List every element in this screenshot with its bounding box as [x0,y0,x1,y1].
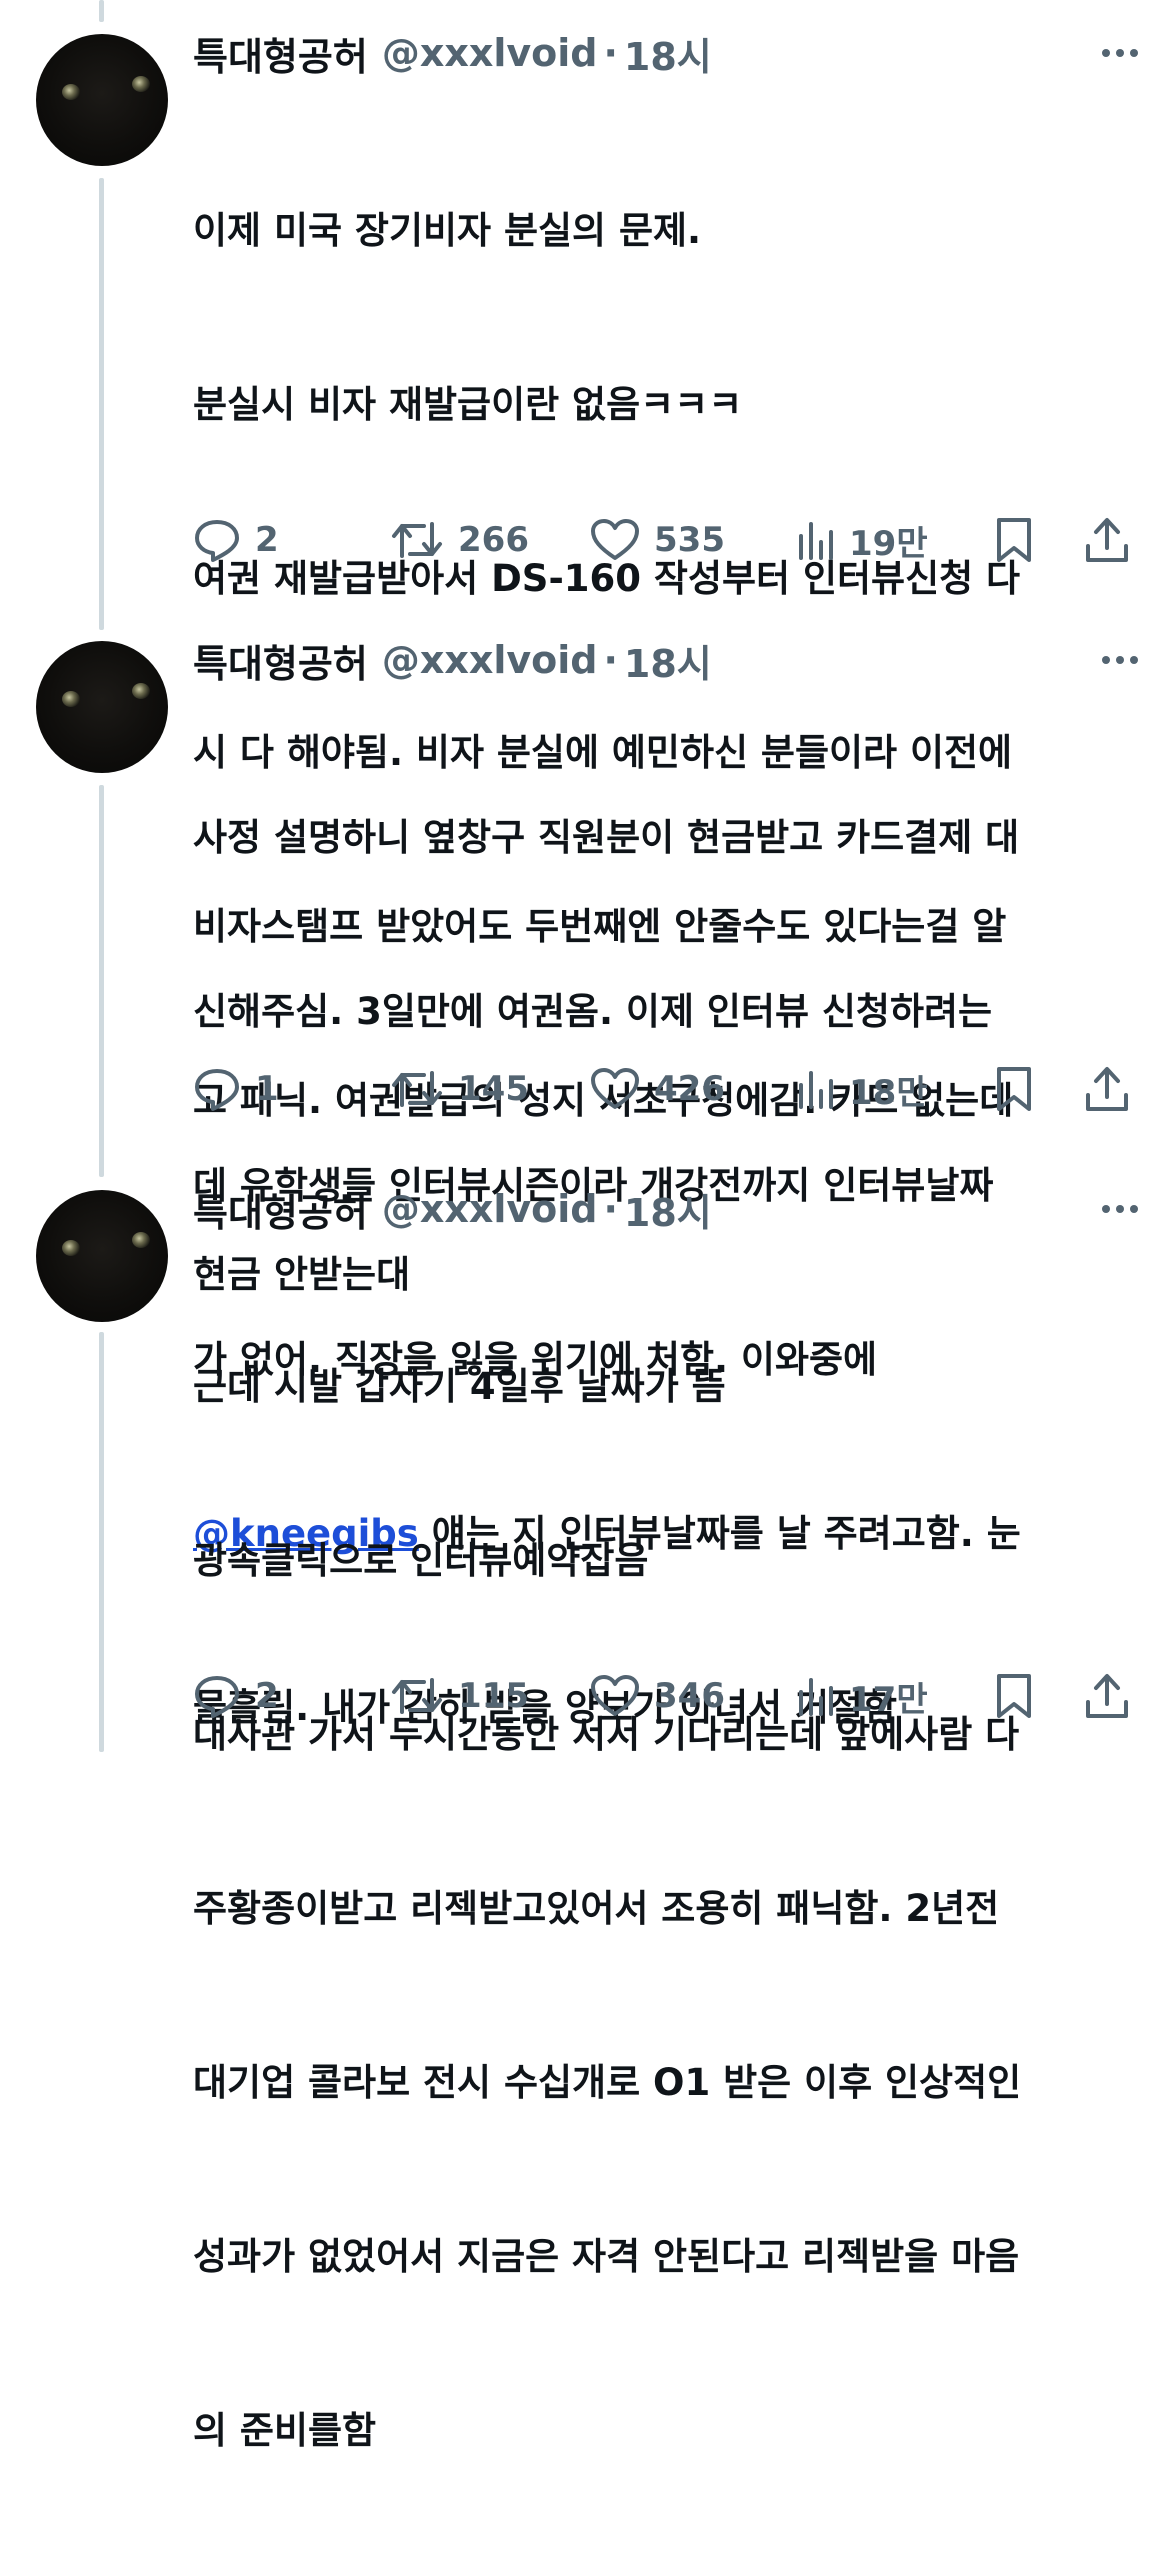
reply-icon [193,1674,241,1718]
share-icon [1084,516,1130,564]
tweet[interactable]: 특대형공허 @xxxlvoid · 18시 근데 시발 갑자기 4일후 날짜가 … [0,1187,1170,2452]
reply-count: 2 [255,520,279,560]
views-icon [795,1067,835,1111]
avatar[interactable] [36,641,168,773]
timestamp[interactable]: 18시 [624,26,712,81]
bookmark-button[interactable] [994,516,1034,564]
retweet-count: 145 [458,1069,529,1109]
display-name[interactable]: 특대형공허 [193,26,368,81]
retweet-icon [390,1067,444,1111]
retweet-icon [390,518,444,562]
share-button[interactable] [1084,516,1130,564]
tweet-header: 특대형공허 @xxxlvoid · 18시 [193,26,1140,81]
views-button[interactable]: 18만 [795,1065,928,1114]
reply-button[interactable]: 2 [193,1674,279,1718]
display-name[interactable]: 특대형공허 [193,1182,368,1237]
reply-icon [193,1067,241,1111]
tweet-text: 근데 시발 갑자기 4일후 날짜가 뜸 광속클릭으로 인터뷰예약잡음 대사관 가… [193,1242,1140,2576]
avatar[interactable] [36,1190,168,1322]
tweet-actions: 2 266 535 19만 [0,510,1170,570]
retweet-icon [390,1674,444,1718]
reply-button[interactable]: 2 [193,518,279,562]
avatar-eye [132,76,150,92]
views-count: 17만 [849,1679,928,1720]
like-count: 535 [654,520,725,560]
tweet-content: 특대형공허 @xxxlvoid · 18시 근데 시발 갑자기 4일후 날짜가 … [193,1187,1140,2576]
tweet-thread: 특대형공허 @xxxlvoid · 18시 이제 미국 장기비자 분실의 문제.… [0,0,1170,2452]
tweet-header: 특대형공허 @xxxlvoid · 18시 [193,633,1140,688]
user-handle[interactable]: @xxxlvoid [382,31,598,75]
tweet-actions: 1 145 426 18만 [0,1059,1170,1119]
views-icon [795,1674,835,1718]
tweet-text-line: 대기업 콜라보 전시 수십개로 O1 받은 이후 인상적인 [193,2061,1022,2104]
avatar-eye [62,1240,80,1256]
separator-dot: · [603,1187,618,1231]
heart-icon [590,1067,640,1111]
share-button[interactable] [1084,1065,1130,1113]
display-name[interactable]: 특대형공허 [193,633,368,688]
avatar-eye [62,84,80,100]
user-handle[interactable]: @xxxlvoid [382,638,598,682]
bookmark-icon [994,1672,1034,1720]
views-count: 19만 [849,523,928,564]
tweet-text-line: 신해주심. 3일만에 여권옴. 이제 인터뷰 신청하려는 [193,990,993,1033]
views-count: 18만 [849,1072,928,1113]
more-icon[interactable] [1100,38,1140,68]
more-icon[interactable] [1100,645,1140,675]
retweet-button[interactable]: 145 [390,1067,529,1111]
tweet[interactable]: 특대형공허 @xxxlvoid · 18시 이제 미국 장기비자 분실의 문제.… [0,31,1170,1296]
avatar[interactable] [36,34,168,166]
heart-icon [590,1674,640,1718]
more-icon[interactable] [1100,1194,1140,1224]
reply-count: 1 [255,1069,279,1109]
user-handle[interactable]: @xxxlvoid [382,1187,598,1231]
reply-icon [193,518,241,562]
like-button[interactable]: 535 [590,518,725,562]
avatar-eye [132,1232,150,1248]
tweet-actions: 2 115 346 17만 [0,1666,1170,1726]
tweet-text-line: 성과가 없었어서 지금은 자격 안된다고 리젝받을 마음 [193,2235,1020,2278]
timestamp[interactable]: 18시 [624,633,712,688]
tweet-text-line: 근데 시발 갑자기 4일후 날짜가 뜸 [193,1365,726,1408]
reply-count: 2 [255,1676,279,1716]
avatar-eye [132,683,150,699]
reply-button[interactable]: 1 [193,1067,279,1111]
views-icon [795,518,835,562]
tweet-text-line: 광속클릭으로 인터뷰예약잡음 [193,1539,649,1582]
tweet-text-line: 주황종이받고 리젝받고있어서 조용히 패닉함. 2년전 [193,1887,1000,1930]
separator-dot: · [603,31,618,75]
like-button[interactable]: 426 [590,1067,725,1111]
tweet-text-line: 의 준비를함 [193,2409,377,2452]
bookmark-icon [994,1065,1034,1113]
tweet-text-line: 사정 설명하니 옆창구 직원분이 현금받고 카드결제 대 [193,816,1020,859]
like-count: 426 [654,1069,725,1109]
share-icon [1084,1065,1130,1113]
tweet-header: 특대형공허 @xxxlvoid · 18시 [193,1182,1140,1237]
retweet-button[interactable]: 266 [390,518,529,562]
bookmark-icon [994,516,1034,564]
retweet-count: 266 [458,520,529,560]
avatar-eye [62,691,80,707]
thread-line [99,0,104,22]
like-button[interactable]: 346 [590,1674,725,1718]
heart-icon [590,518,640,562]
tweet[interactable]: 특대형공허 @xxxlvoid · 18시 사정 설명하니 옆창구 직원분이 현… [0,638,1170,1729]
retweet-count: 115 [458,1676,529,1716]
tweet-text-line: 이제 미국 장기비자 분실의 문제. [193,209,702,252]
views-button[interactable]: 19만 [795,516,928,565]
separator-dot: · [603,638,618,682]
bookmark-button[interactable] [994,1065,1034,1113]
timestamp[interactable]: 18시 [624,1182,712,1237]
like-count: 346 [654,1676,725,1716]
share-button[interactable] [1084,1672,1130,1720]
tweet-text-line: 분실시 비자 재발급이란 없음ㅋㅋㅋ [193,383,743,426]
views-button[interactable]: 17만 [795,1672,928,1721]
retweet-button[interactable]: 115 [390,1674,529,1718]
bookmark-button[interactable] [994,1672,1034,1720]
share-icon [1084,1672,1130,1720]
